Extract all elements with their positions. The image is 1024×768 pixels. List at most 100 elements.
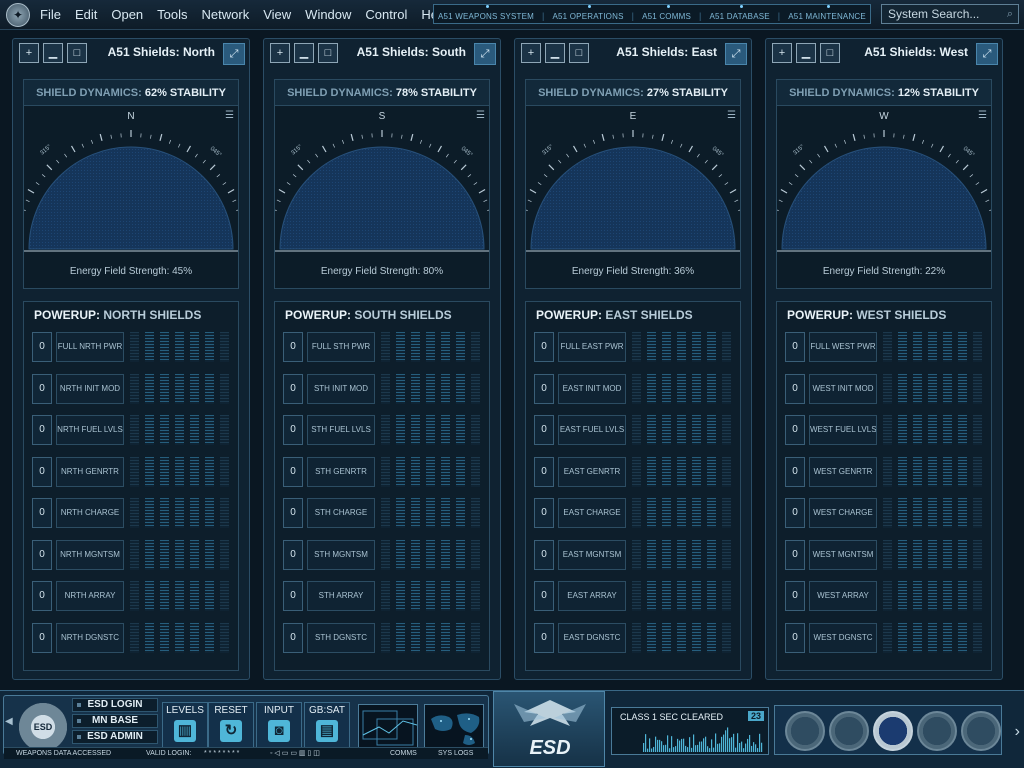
powerup-label[interactable]: WEST ARRAY: [809, 581, 877, 611]
powerup-label[interactable]: STH MGNTSM: [307, 539, 375, 570]
app-logo-icon[interactable]: ✦: [6, 3, 30, 27]
list-icon[interactable]: ☰: [476, 110, 485, 121]
system-search-input[interactable]: [888, 7, 998, 21]
menu-network[interactable]: Network: [202, 0, 250, 30]
powerup-label[interactable]: WEST CHARGE: [809, 498, 877, 528]
seal-icon[interactable]: [829, 711, 869, 751]
maximize-button[interactable]: □: [820, 43, 840, 63]
powerup-label[interactable]: NRTH DGNSTC: [56, 622, 124, 653]
menu-open[interactable]: Open: [111, 0, 143, 30]
maximize-button[interactable]: □: [318, 43, 338, 63]
minimize-button[interactable]: ▁: [43, 43, 63, 63]
powerup-value[interactable]: 0: [283, 332, 303, 362]
expand-icon[interactable]: ⤢: [223, 43, 245, 65]
powerup-label[interactable]: NRTH CHARGE: [56, 498, 124, 528]
powerup-value[interactable]: 0: [32, 456, 52, 487]
gbsat-button[interactable]: GB:SAT ▤: [304, 702, 350, 750]
powerup-value[interactable]: 0: [32, 373, 52, 404]
powerup-value[interactable]: 0: [785, 498, 805, 528]
powerup-label[interactable]: WEST INIT MOD: [809, 373, 877, 404]
powerup-value[interactable]: 0: [283, 415, 303, 445]
powerup-label[interactable]: WEST GENRTR: [809, 456, 877, 487]
powerup-value[interactable]: 0: [534, 415, 554, 445]
powerup-value[interactable]: 0: [32, 539, 52, 570]
powerup-label[interactable]: STH INIT MOD: [307, 373, 375, 404]
powerup-value[interactable]: 0: [534, 539, 554, 570]
seal-icon[interactable]: [785, 711, 825, 751]
powerup-label[interactable]: STH GENRTR: [307, 456, 375, 487]
input-button[interactable]: INPUT ◙: [256, 702, 302, 750]
powerup-value[interactable]: 0: [534, 581, 554, 611]
add-window-button[interactable]: +: [270, 43, 290, 63]
powerup-value[interactable]: 0: [283, 581, 303, 611]
radar-thumbnail[interactable]: [358, 704, 418, 748]
powerup-label[interactable]: STH CHARGE: [307, 498, 375, 528]
minimize-button[interactable]: ▁: [796, 43, 816, 63]
powerup-value[interactable]: 0: [32, 332, 52, 362]
nav-comms[interactable]: A51 COMMS: [642, 4, 691, 21]
menu-control[interactable]: Control: [365, 0, 407, 30]
world-map-thumbnail[interactable]: [424, 704, 484, 748]
list-icon[interactable]: ☰: [225, 110, 234, 121]
add-window-button[interactable]: +: [772, 43, 792, 63]
powerup-value[interactable]: 0: [785, 373, 805, 404]
powerup-value[interactable]: 0: [785, 581, 805, 611]
powerup-label[interactable]: EAST CHARGE: [558, 498, 626, 528]
powerup-label[interactable]: EAST MGNTSM: [558, 539, 626, 570]
powerup-label[interactable]: NRTH GENRTR: [56, 456, 124, 487]
powerup-label[interactable]: NRTH INIT MOD: [56, 373, 124, 404]
powerup-value[interactable]: 0: [534, 622, 554, 653]
add-window-button[interactable]: +: [19, 43, 39, 63]
powerup-value[interactable]: 0: [534, 373, 554, 404]
menu-tools[interactable]: Tools: [157, 0, 187, 30]
powerup-label[interactable]: WEST MGNTSM: [809, 539, 877, 570]
menu-file[interactable]: File: [40, 0, 61, 30]
minimize-button[interactable]: ▁: [294, 43, 314, 63]
reset-button[interactable]: RESET ↻: [208, 702, 254, 750]
powerup-label[interactable]: EAST FUEL LVLS: [558, 415, 626, 445]
powerup-value[interactable]: 0: [283, 622, 303, 653]
powerup-value[interactable]: 0: [32, 415, 52, 445]
powerup-value[interactable]: 0: [32, 581, 52, 611]
powerup-value[interactable]: 0: [32, 498, 52, 528]
list-icon[interactable]: ☰: [727, 110, 736, 121]
powerup-label[interactable]: NRTH FUEL LVLS: [56, 415, 124, 445]
seal-icon[interactable]: [961, 711, 1001, 751]
powerup-label[interactable]: FULL EAST PWR: [558, 332, 626, 362]
powerup-label[interactable]: STH ARRAY: [307, 581, 375, 611]
add-window-button[interactable]: +: [521, 43, 541, 63]
nav-weapons-system[interactable]: A51 WEAPONS SYSTEM: [438, 4, 534, 21]
minimize-button[interactable]: ▁: [545, 43, 565, 63]
powerup-value[interactable]: 0: [785, 415, 805, 445]
powerup-value[interactable]: 0: [283, 539, 303, 570]
expand-icon[interactable]: ⤢: [725, 43, 747, 65]
powerup-value[interactable]: 0: [785, 456, 805, 487]
powerup-label[interactable]: WEST DGNSTC: [809, 622, 877, 653]
expand-icon[interactable]: ⤢: [976, 43, 998, 65]
powerup-value[interactable]: 0: [283, 373, 303, 404]
powerup-value[interactable]: 0: [32, 622, 52, 653]
powerup-value[interactable]: 0: [534, 498, 554, 528]
powerup-label[interactable]: EAST DGNSTC: [558, 622, 626, 653]
powerup-label[interactable]: FULL WEST PWR: [809, 332, 877, 362]
seal-icon[interactable]: [917, 711, 957, 751]
levels-button[interactable]: LEVELS ▥: [162, 702, 208, 750]
maximize-button[interactable]: □: [67, 43, 87, 63]
sys-logs-link[interactable]: SYS LOGS: [438, 748, 473, 760]
nav-maintenance[interactable]: A51 MAINTENANCE: [788, 4, 866, 21]
powerup-label[interactable]: WEST FUEL LVLS: [809, 415, 877, 445]
search-icon[interactable]: ⌕: [1007, 8, 1013, 21]
powerup-value[interactable]: 0: [534, 332, 554, 362]
comms-link[interactable]: COMMS: [390, 748, 417, 760]
seal-icon[interactable]: [873, 711, 913, 751]
esd-login-button[interactable]: ESD LOGIN: [72, 698, 158, 712]
powerup-label[interactable]: STH FUEL LVLS: [307, 415, 375, 445]
menu-view[interactable]: View: [263, 0, 291, 30]
expand-icon[interactable]: ⤢: [474, 43, 496, 65]
powerup-label[interactable]: NRTH ARRAY: [56, 581, 124, 611]
powerup-label[interactable]: STH DGNSTC: [307, 622, 375, 653]
powerup-value[interactable]: 0: [283, 456, 303, 487]
powerup-label[interactable]: EAST GENRTR: [558, 456, 626, 487]
menu-window[interactable]: Window: [305, 0, 351, 30]
powerup-value[interactable]: 0: [785, 622, 805, 653]
